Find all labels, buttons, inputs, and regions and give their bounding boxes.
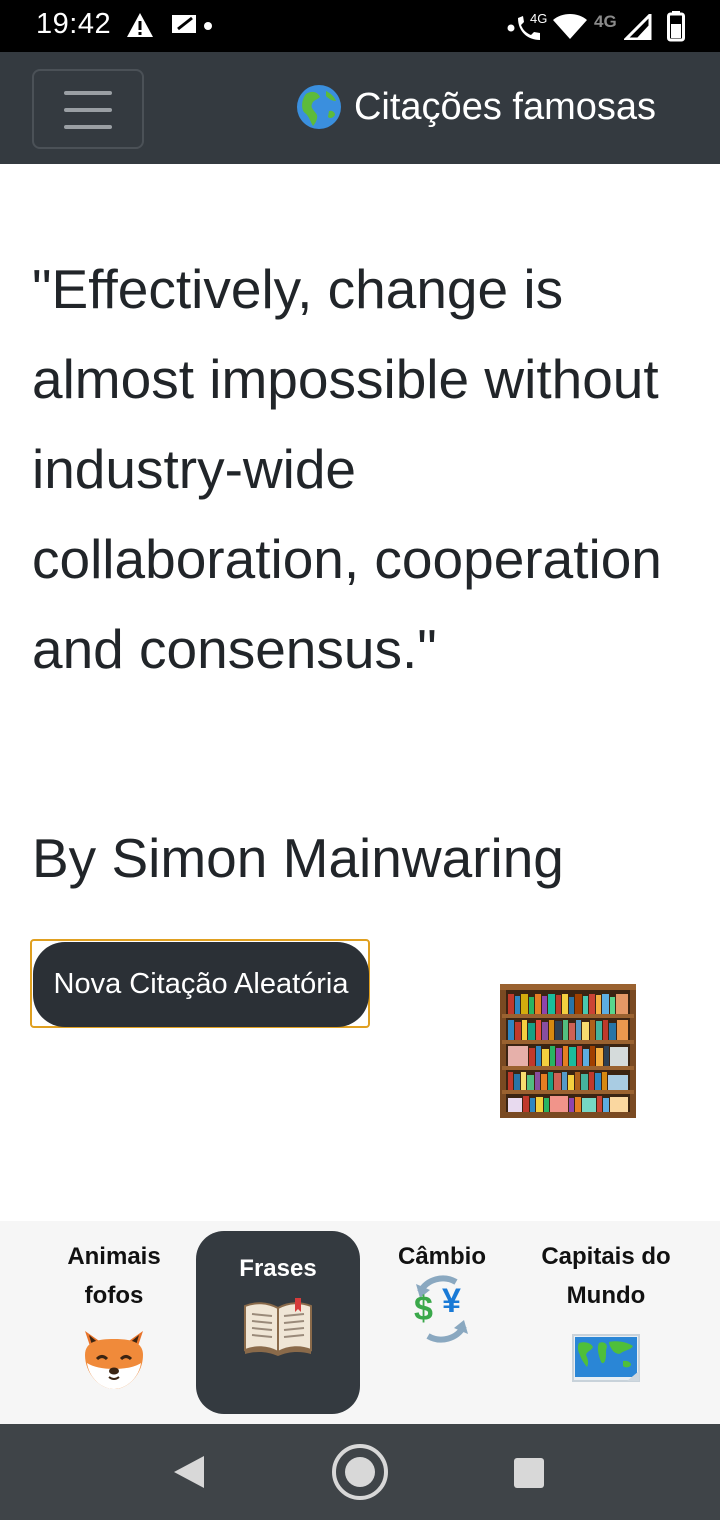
bottom-tab-bar: Animais fofos Frases Câmbio $ ¥ Capitais… [0, 1221, 720, 1424]
cell-signal-icon [624, 14, 652, 40]
hamburger-line [64, 125, 112, 129]
svg-text:¥: ¥ [442, 1282, 461, 1320]
back-icon[interactable] [172, 1454, 206, 1490]
app-title: Citações famosas [353, 85, 656, 128]
tab-frases[interactable]: Frases [196, 1231, 360, 1414]
sim-card-alert-icon [172, 15, 196, 33]
quote-author: By Simon Mainwaring [32, 827, 564, 889]
wifi-icon [553, 14, 587, 39]
warning-icon [127, 13, 153, 37]
app-title-area: Citações famosas [296, 82, 656, 132]
tab-label-line1: Câmbio [397, 1243, 486, 1270]
random-quote-button-label: Nova Citação Aleatória [33, 942, 369, 1027]
hamburger-line [64, 108, 112, 112]
network-type-label: 4G [530, 11, 548, 26]
tab-capitais-do-mundo[interactable]: Capitais do Mundo [526, 1237, 686, 1420]
hamburger-line [64, 91, 112, 95]
svg-text:$: $ [414, 1290, 433, 1328]
status-time: 19:42 [36, 8, 112, 40]
bookshelf-icon [500, 984, 636, 1118]
recent-apps-icon[interactable] [512, 1456, 546, 1490]
app-bar: Citações famosas [0, 52, 720, 164]
globe-americas-icon [296, 85, 341, 129]
tab-label-line2: Mundo [566, 1282, 646, 1309]
random-quote-button[interactable]: Nova Citação Aleatória [30, 939, 370, 1028]
tab-cambio[interactable]: Câmbio $ ¥ [362, 1237, 522, 1420]
world-map-icon [572, 1334, 640, 1382]
network-type-label-secondary: 4G [594, 12, 617, 31]
currency-exchange-icon: $ ¥ [414, 1275, 468, 1343]
notification-dot-icon [204, 22, 212, 30]
tab-label-line1: Animais [67, 1243, 161, 1270]
tab-animais-fofos[interactable]: Animais fofos [34, 1237, 194, 1420]
status-bar: 19:42 4G 4G [0, 0, 720, 52]
quote-text: "Effectively, change is almost impossibl… [32, 258, 662, 680]
system-navigation-bar [0, 1424, 720, 1520]
tab-label-line1: Capitais do [541, 1243, 671, 1270]
home-icon[interactable] [330, 1442, 390, 1502]
fox-icon [85, 1331, 143, 1389]
tab-label-line2: fofos [84, 1282, 144, 1309]
battery-icon [667, 11, 685, 42]
menu-toggle-button[interactable] [32, 69, 144, 149]
tab-label-line1: Frases [239, 1255, 317, 1282]
open-book-icon [244, 1298, 312, 1356]
